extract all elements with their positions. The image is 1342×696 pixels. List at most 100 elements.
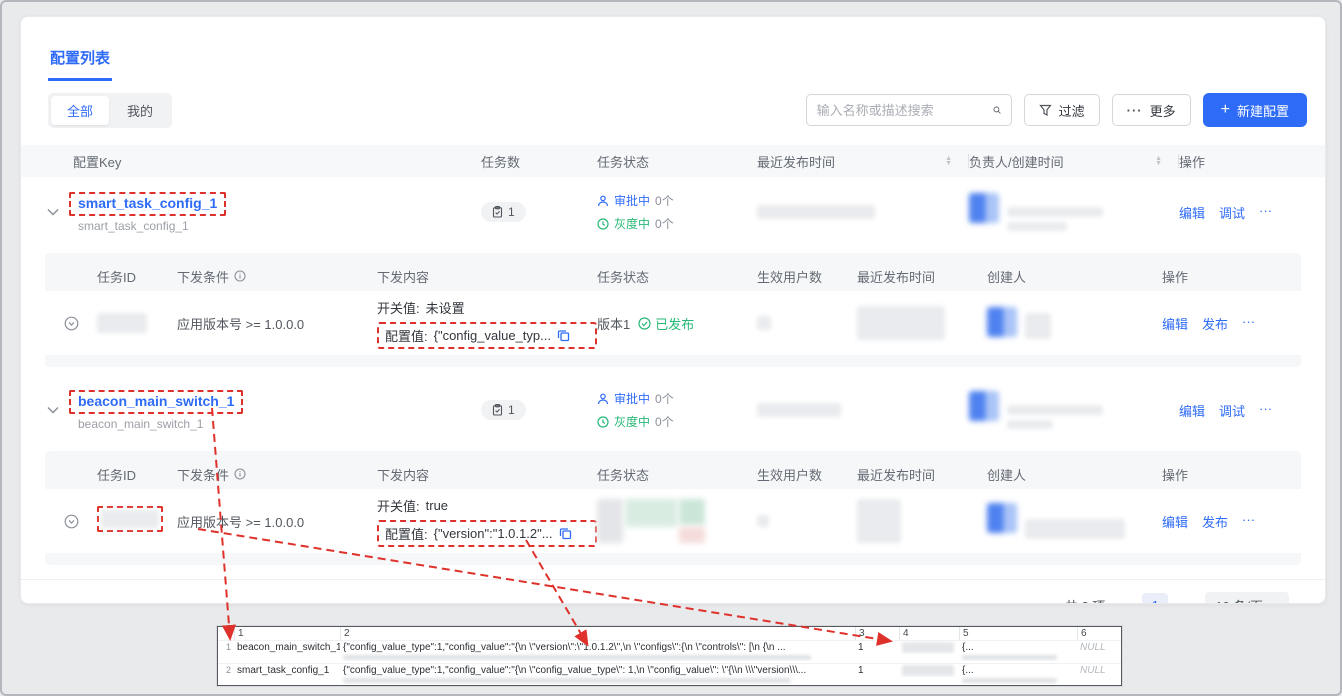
sub-header-status: 任务状态 [597,267,757,286]
tab-config-list[interactable]: 配置列表 [48,47,112,81]
sub-header-condition-label: 下发条件 [177,465,229,484]
expanded-task-panel: 任务ID 下发条件 下发内容 任务状态 生效用户数 最近发布时间 创建人 操作 … [45,253,1301,367]
task-count-cell: 1 [481,202,597,223]
sql-null-cell: NULL [1077,664,1121,677]
create-config-button[interactable]: + 新建配置 [1203,93,1307,127]
edit-link[interactable]: 编辑 [1162,512,1188,531]
row-more-link[interactable]: ··· [1259,401,1272,420]
table-header: 配置Key 任务数 任务状态 最近发布时间 ▲▼ 负责人/创建时间 ▲▼ 操作 [21,145,1325,177]
sql-grid-row[interactable]: 1 beacon_main_switch_1 {"config_value_ty… [218,640,1121,663]
segment-mine[interactable]: 我的 [111,96,169,125]
expand-circle-icon[interactable] [64,316,79,331]
info-icon[interactable] [234,270,246,282]
sub-header-condition-label: 下发条件 [177,267,229,286]
edit-link[interactable]: 编辑 [1179,401,1205,420]
sql-col-1: 1 [234,627,340,640]
publish-time-cell [857,499,987,543]
edit-link[interactable]: 编辑 [1179,203,1205,222]
config-key-subtext: beacon_main_switch_1 [69,417,243,431]
sql-col-5: 5 [959,627,1077,640]
creator-cell [987,307,1162,339]
subtable-row: 应用版本号 >= 1.0.0.0 开关值: true 配置值: {"versio… [45,489,1301,553]
page-number[interactable]: 1 [1142,593,1168,605]
sub-header-publish: 最近发布时间 [857,465,987,484]
approval-status-label: 审批中 [614,390,650,407]
total-count: 共 2 项 [1065,596,1105,604]
create-config-label: 新建配置 [1237,101,1289,120]
row-more-link[interactable]: ··· [1259,203,1272,222]
debug-link[interactable]: 调试 [1219,203,1245,222]
sql-key-cell: beacon_main_switch_1 [234,641,340,654]
more-button[interactable]: ··· 更多 [1112,94,1191,126]
page-size-select[interactable]: 10 条/页 [1205,592,1289,605]
sql-type-cell: 1 [855,664,899,677]
sub-header-creator: 创建人 [987,267,1162,286]
search-input[interactable] [817,103,993,118]
funnel-icon [1039,104,1052,117]
chevron-down-icon[interactable] [47,208,59,216]
task-count-badge: 1 [481,202,526,222]
prev-page-button[interactable]: ‹ [1119,597,1128,604]
scope-segmented-control: 全部 我的 [48,93,172,128]
sql-blur-cell [899,641,959,654]
row-number: 2 [218,664,234,676]
header-owner: 负责人/创建时间 ▲▼ [969,152,1179,171]
annotation-box: smart_task_config_1 [69,192,226,216]
copy-icon[interactable] [557,329,570,342]
task-count-value: 1 [508,403,515,417]
row-number: 1 [218,641,234,653]
search-icon[interactable] [993,103,1001,117]
clock-icon [597,416,609,428]
row-actions: 编辑 调试 ··· [1179,203,1301,222]
expand-circle-icon[interactable] [64,514,79,529]
toolbar: 全部 我的 过滤 ··· 更多 + 新建配置 [21,87,1325,133]
creator-cell [987,503,1162,539]
content-cell: 开关值: 未设置 配置值: {"config_value_typ... [377,298,597,349]
config-key-link[interactable]: beacon_main_switch_1 [78,393,234,409]
sub-header-users: 生效用户数 [757,465,857,484]
publish-time-cell [757,205,969,219]
header-task-status: 任务状态 [597,152,757,171]
filter-button[interactable]: 过滤 [1024,94,1100,126]
subrow-more-link[interactable]: ··· [1242,314,1255,333]
avatar [969,391,999,421]
sub-header-publish: 最近发布时间 [857,267,987,286]
approval-status-label: 审批中 [614,192,650,209]
sort-publish-time[interactable]: ▲▼ [945,156,952,166]
pagination-bar: 共 2 项 ‹ 1 › 10 条/页 [21,579,1325,604]
approval-status-count: 0个 [655,390,674,407]
more-ellipsis-icon: ··· [1127,103,1143,118]
clipboard-icon [492,404,503,416]
sql-obj-cell: {... [959,664,1077,684]
publish-link[interactable]: 发布 [1202,314,1228,333]
config-key-link[interactable]: smart_task_config_1 [78,195,217,211]
task-count-value: 1 [508,205,515,219]
sort-owner[interactable]: ▲▼ [1155,156,1162,166]
publish-link[interactable]: 发布 [1202,512,1228,531]
tabbar: 配置列表 [21,17,1325,81]
segment-all[interactable]: 全部 [51,96,109,125]
sub-header-task-id: 任务ID [97,465,177,484]
header-actions: 操作 [1179,152,1301,171]
chevron-down-icon[interactable] [47,406,59,414]
subrow-more-link[interactable]: ··· [1242,512,1255,531]
switch-label: 开关值: [377,298,420,317]
screenshot-frame: 配置列表 全部 我的 过滤 ··· 更多 [0,0,1342,696]
next-page-button[interactable]: › [1182,597,1191,604]
page-size-value: 10 条/页 [1215,596,1263,604]
copy-icon[interactable] [559,527,572,540]
task-count-badge: 1 [481,400,526,420]
info-icon[interactable] [234,468,246,480]
switch-label: 开关值: [377,496,420,515]
search-box[interactable] [806,94,1012,126]
edit-link[interactable]: 编辑 [1162,314,1188,333]
sql-key-cell: smart_task_config_1 [234,664,340,677]
sub-header-content: 下发内容 [377,465,597,484]
header-config-key: 配置Key [47,152,481,171]
sql-col-4: 4 [899,627,959,640]
check-circle-icon [638,317,651,330]
sql-grid-row[interactable]: 2 smart_task_config_1 {"config_value_typ… [218,663,1121,686]
debug-link[interactable]: 调试 [1219,401,1245,420]
sql-json-text: {"config_value_type":1,"config_value":"{… [343,642,786,653]
switch-value: true [426,498,448,513]
